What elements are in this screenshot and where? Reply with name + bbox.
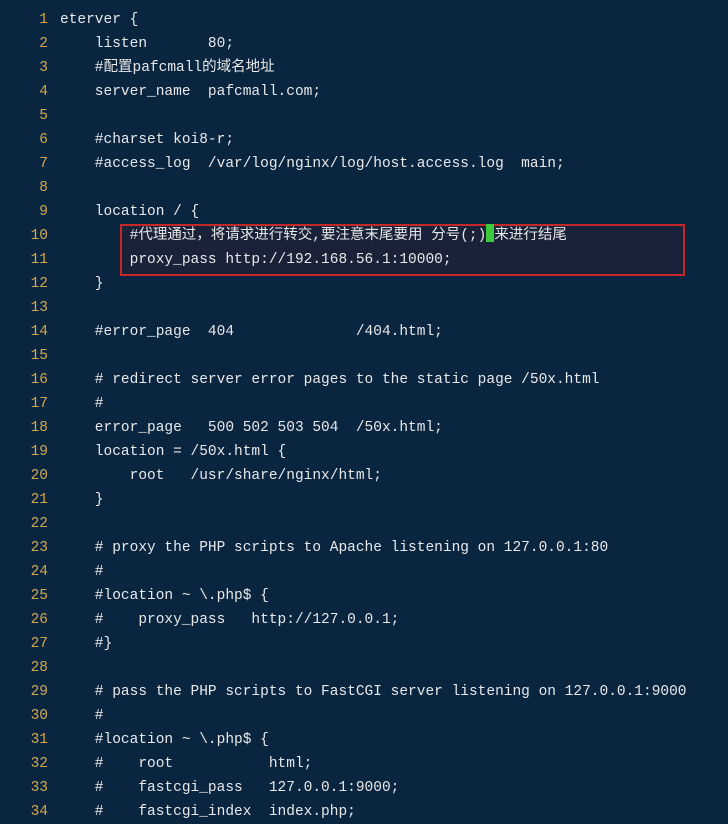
code-text: #代理通过，将请求进行转交,要注意末尾要用 分号(;)来进行结尾	[60, 224, 567, 248]
code-line[interactable]: 9 location / {	[0, 200, 728, 224]
code-text: location / {	[60, 200, 199, 224]
line-number: 7	[0, 152, 60, 176]
code-text: error_page 500 502 503 504 /50x.html;	[60, 416, 443, 440]
code-text: #配置pafcmall的域名地址	[60, 56, 275, 80]
code-text: #charset koi8-r;	[60, 128, 234, 152]
line-number: 25	[0, 584, 60, 608]
line-number: 4	[0, 80, 60, 104]
code-text: #location ~ \.php$ {	[60, 728, 269, 752]
code-line[interactable]: 7 #access_log /var/log/nginx/log/host.ac…	[0, 152, 728, 176]
code-line[interactable]: 11 proxy_pass http://192.168.56.1:10000;	[0, 248, 728, 272]
code-line[interactable]: 2 listen 80;	[0, 32, 728, 56]
code-line[interactable]: 30 #	[0, 704, 728, 728]
code-line[interactable]: 6 #charset koi8-r;	[0, 128, 728, 152]
code-line[interactable]: 16 # redirect server error pages to the …	[0, 368, 728, 392]
code-line[interactable]: 13	[0, 296, 728, 320]
line-number: 18	[0, 416, 60, 440]
code-line[interactable]: 3 #配置pafcmall的域名地址	[0, 56, 728, 80]
line-number: 34	[0, 800, 60, 824]
code-line[interactable]: 22	[0, 512, 728, 536]
code-text: #error_page 404 /404.html;	[60, 320, 443, 344]
line-number: 6	[0, 128, 60, 152]
code-text: }	[60, 272, 104, 296]
code-text: # pass the PHP scripts to FastCGI server…	[60, 680, 687, 704]
line-number: 5	[0, 104, 60, 128]
code-line[interactable]: 17 #	[0, 392, 728, 416]
line-number: 31	[0, 728, 60, 752]
code-text: #	[60, 560, 104, 584]
code-text: # fastcgi_pass 127.0.0.1:9000;	[60, 776, 399, 800]
code-line[interactable]: 23 # proxy the PHP scripts to Apache lis…	[0, 536, 728, 560]
code-line[interactable]: 20 root /usr/share/nginx/html;	[0, 464, 728, 488]
code-text: # root html;	[60, 752, 312, 776]
code-line[interactable]: 28	[0, 656, 728, 680]
line-number: 8	[0, 176, 60, 200]
code-line[interactable]: 32 # root html;	[0, 752, 728, 776]
line-number: 22	[0, 512, 60, 536]
line-number: 24	[0, 560, 60, 584]
code-line[interactable]: 12 }	[0, 272, 728, 296]
code-line[interactable]: 27 #}	[0, 632, 728, 656]
code-text: #}	[60, 632, 112, 656]
line-number: 10	[0, 224, 60, 248]
code-text: # redirect server error pages to the sta…	[60, 368, 600, 392]
code-line[interactable]: 8	[0, 176, 728, 200]
code-line[interactable]: 4 server_name pafcmall.com;	[0, 80, 728, 104]
code-line[interactable]: 33 # fastcgi_pass 127.0.0.1:9000;	[0, 776, 728, 800]
code-line[interactable]: 31 #location ~ \.php$ {	[0, 728, 728, 752]
code-line[interactable]: 10 #代理通过，将请求进行转交,要注意末尾要用 分号(;)来进行结尾	[0, 224, 728, 248]
line-number: 9	[0, 200, 60, 224]
code-line[interactable]: 29 # pass the PHP scripts to FastCGI ser…	[0, 680, 728, 704]
code-line[interactable]: 34 # fastcgi_index index.php;	[0, 800, 728, 824]
code-line[interactable]: 24 #	[0, 560, 728, 584]
line-number: 32	[0, 752, 60, 776]
code-text: #	[60, 704, 104, 728]
line-number: 30	[0, 704, 60, 728]
code-text: # proxy_pass http://127.0.0.1;	[60, 608, 399, 632]
code-text: # proxy the PHP scripts to Apache listen…	[60, 536, 608, 560]
line-number: 17	[0, 392, 60, 416]
line-number: 20	[0, 464, 60, 488]
code-line[interactable]: 15	[0, 344, 728, 368]
line-number: 14	[0, 320, 60, 344]
code-text: }	[60, 488, 104, 512]
code-text: #	[60, 392, 104, 416]
code-text: listen 80;	[60, 32, 234, 56]
line-number: 11	[0, 248, 60, 272]
line-number: 23	[0, 536, 60, 560]
line-number: 26	[0, 608, 60, 632]
line-number: 1	[0, 8, 60, 32]
line-number: 2	[0, 32, 60, 56]
line-number: 33	[0, 776, 60, 800]
code-line[interactable]: 1eterver {	[0, 8, 728, 32]
line-number: 13	[0, 296, 60, 320]
code-text: root /usr/share/nginx/html;	[60, 464, 382, 488]
line-number: 16	[0, 368, 60, 392]
code-text: eterver {	[60, 8, 138, 32]
line-number: 21	[0, 488, 60, 512]
line-number: 12	[0, 272, 60, 296]
code-text: location = /50x.html {	[60, 440, 286, 464]
line-number: 28	[0, 656, 60, 680]
line-number: 19	[0, 440, 60, 464]
line-number: 15	[0, 344, 60, 368]
code-text: #location ~ \.php$ {	[60, 584, 269, 608]
line-number: 27	[0, 632, 60, 656]
code-editor[interactable]: 1eterver {2 listen 80;3 #配置pafcmall的域名地址…	[0, 8, 728, 824]
code-text: proxy_pass http://192.168.56.1:10000;	[60, 248, 452, 272]
code-text: server_name pafcmall.com;	[60, 80, 321, 104]
code-line[interactable]: 25 #location ~ \.php$ {	[0, 584, 728, 608]
code-line[interactable]: 18 error_page 500 502 503 504 /50x.html;	[0, 416, 728, 440]
line-number: 29	[0, 680, 60, 704]
line-number: 3	[0, 56, 60, 80]
code-line[interactable]: 5	[0, 104, 728, 128]
code-line[interactable]: 26 # proxy_pass http://127.0.0.1;	[0, 608, 728, 632]
code-line[interactable]: 14 #error_page 404 /404.html;	[0, 320, 728, 344]
code-text: #access_log /var/log/nginx/log/host.acce…	[60, 152, 565, 176]
code-line[interactable]: 19 location = /50x.html {	[0, 440, 728, 464]
code-line[interactable]: 21 }	[0, 488, 728, 512]
code-text: # fastcgi_index index.php;	[60, 800, 356, 824]
